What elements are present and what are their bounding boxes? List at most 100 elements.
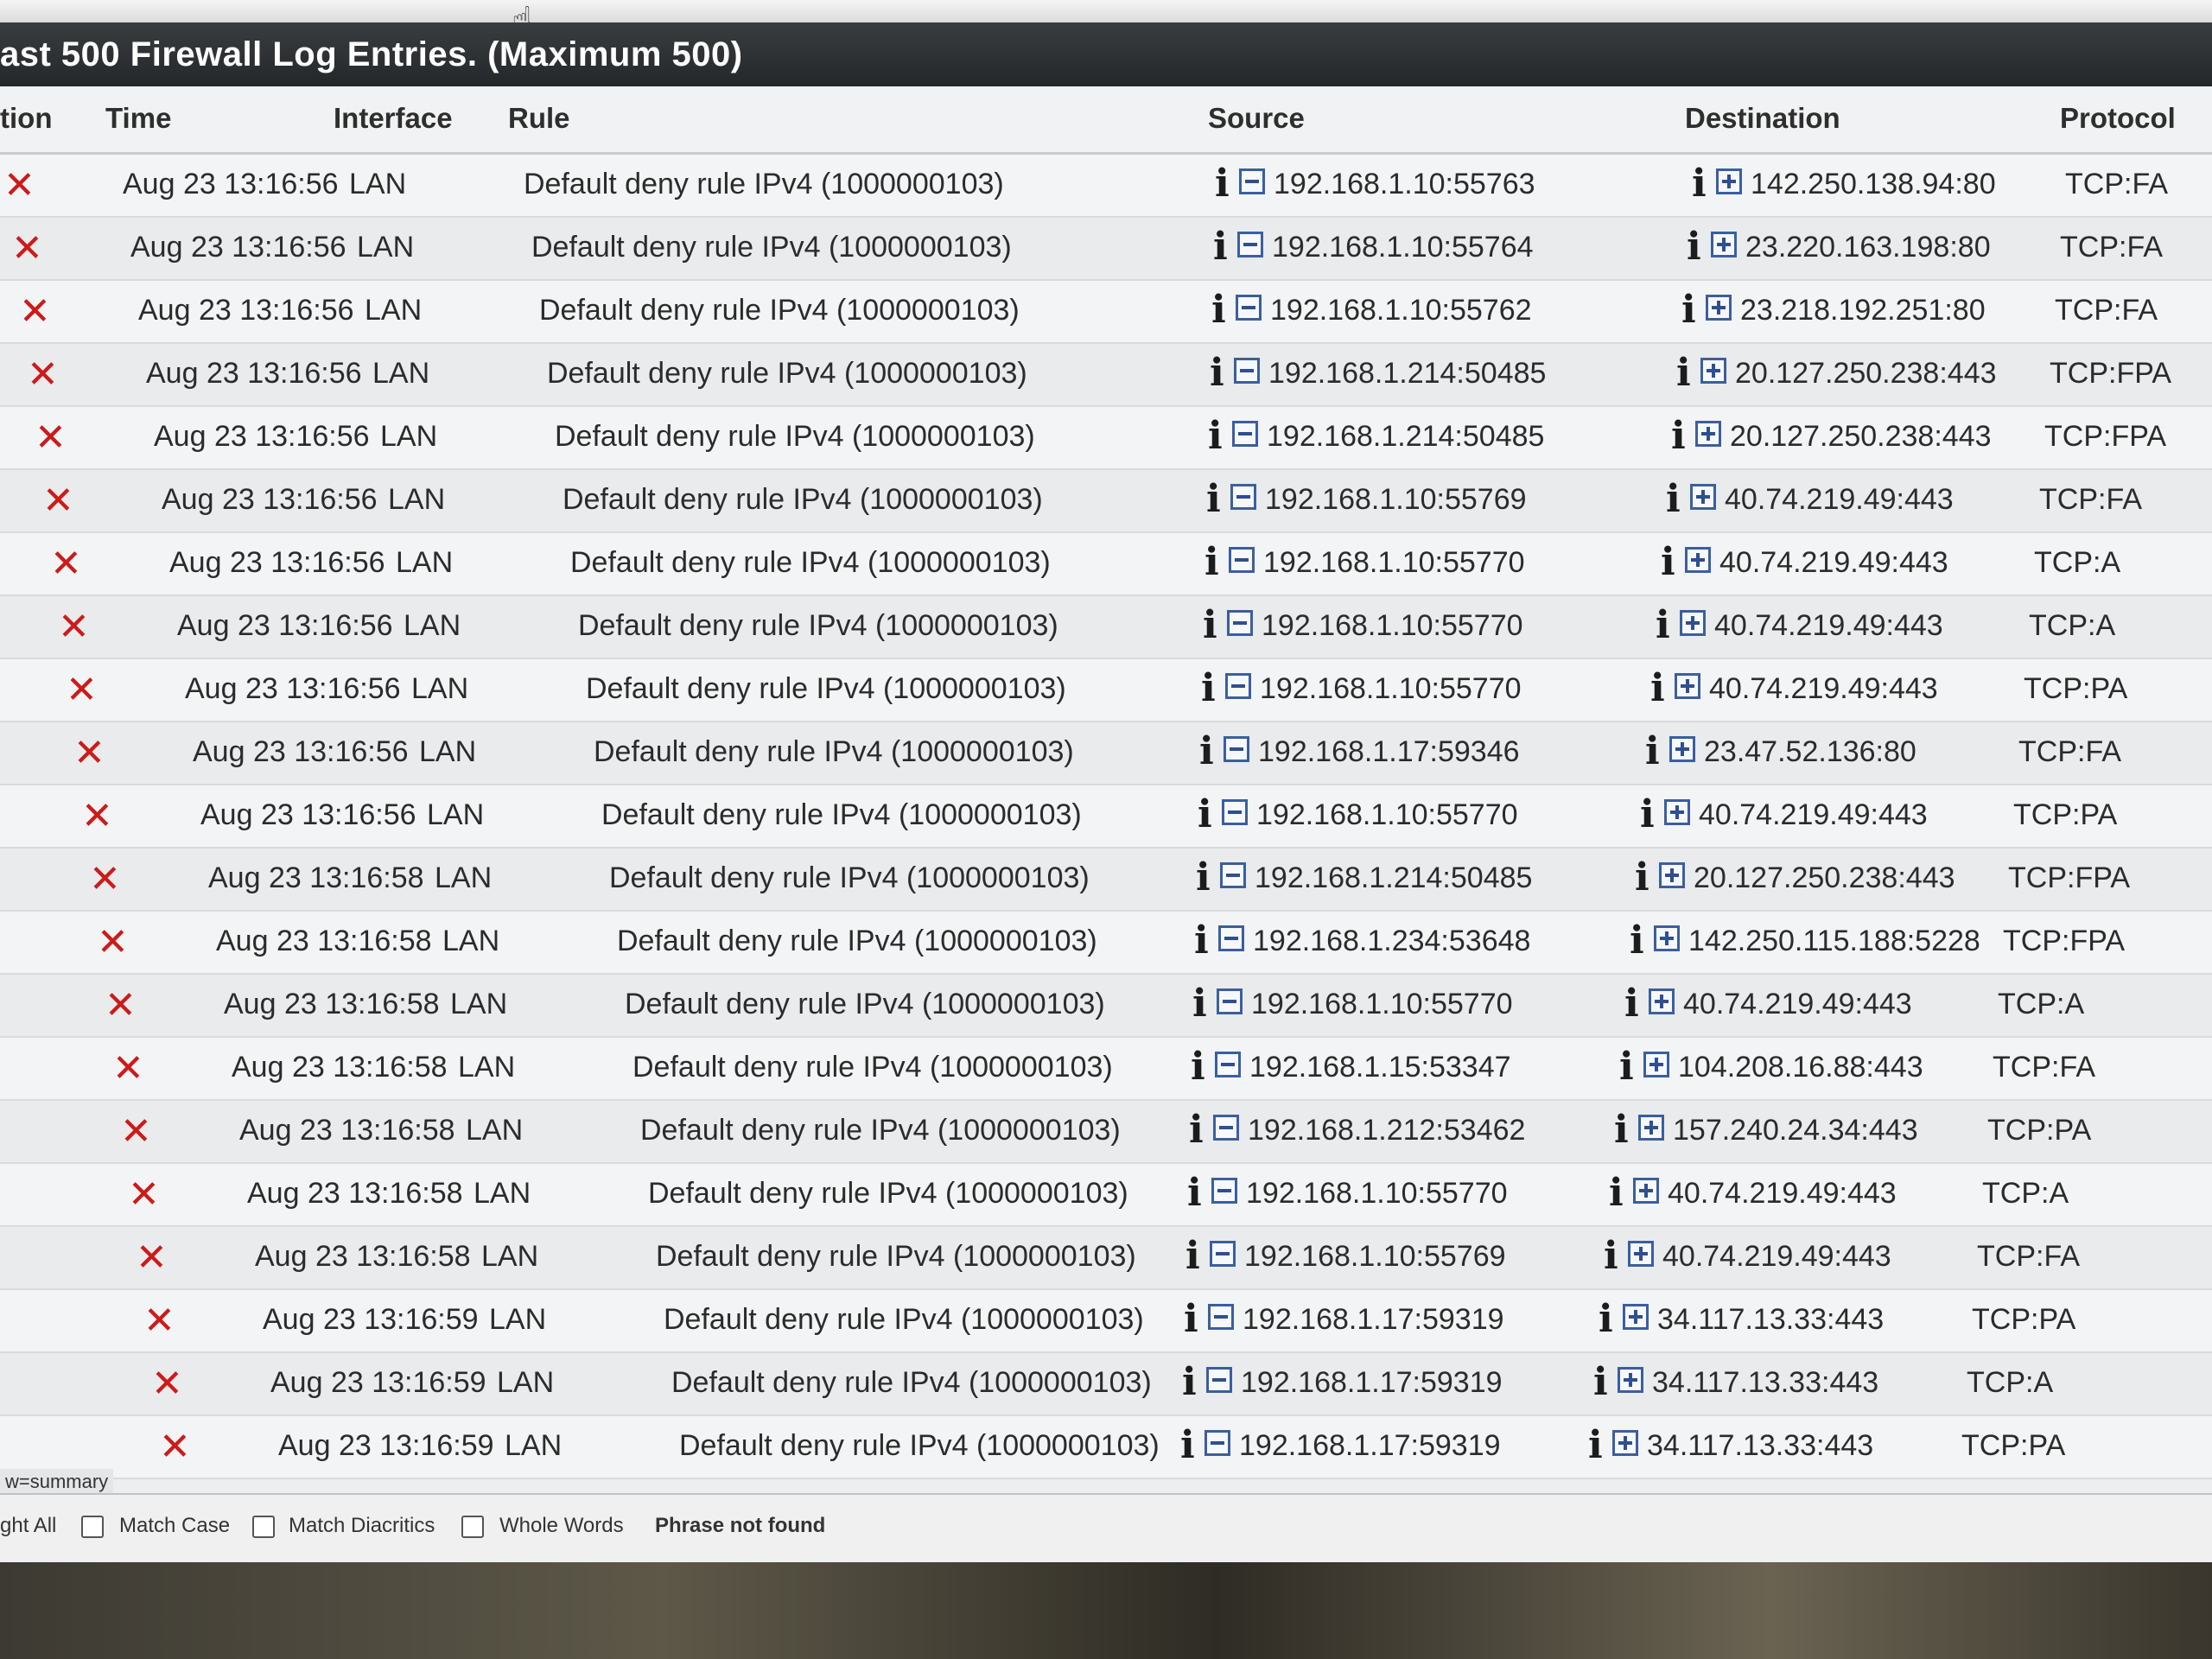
collapse-minus-icon[interactable]: [1229, 547, 1255, 573]
collapse-minus-icon[interactable]: [1227, 610, 1253, 636]
collapse-minus-icon[interactable]: [1217, 988, 1243, 1014]
info-icon[interactable]: i: [1194, 918, 1209, 963]
log-destination[interactable]: 40.74.219.49:443: [1668, 1177, 1897, 1211]
log-destination[interactable]: 40.74.219.49:443: [1709, 672, 1938, 706]
info-icon[interactable]: i: [1210, 351, 1224, 395]
info-icon[interactable]: i: [1619, 1045, 1634, 1089]
info-icon[interactable]: i: [1206, 477, 1221, 521]
info-icon[interactable]: i: [1180, 1423, 1195, 1467]
log-destination[interactable]: 34.117.13.33:443: [1657, 1303, 1884, 1337]
table-row[interactable]: ✕ Aug 23 13:16:56 LAN Default deny rule IPv…: [0, 407, 2212, 470]
info-icon[interactable]: i: [1666, 477, 1681, 521]
expand-plus-icon[interactable]: [1623, 1304, 1649, 1330]
collapse-minus-icon[interactable]: [1230, 484, 1256, 510]
info-icon[interactable]: i: [1588, 1423, 1603, 1467]
table-row[interactable]: ✕ Aug 23 13:16:56 LAN Default deny rule IPv…: [0, 596, 2212, 659]
expand-plus-icon[interactable]: [1711, 232, 1737, 257]
table-row[interactable]: ✕ Aug 23 13:16:58 LAN Default deny rule IPv…: [0, 1038, 2212, 1101]
table-row[interactable]: ✕ Aug 23 13:16:59 LAN Default deny rule IPv…: [0, 1353, 2212, 1416]
expand-plus-icon[interactable]: [1690, 484, 1716, 510]
info-icon[interactable]: i: [1201, 666, 1216, 710]
expand-plus-icon[interactable]: [1669, 736, 1695, 762]
collapse-minus-icon[interactable]: [1236, 295, 1262, 321]
table-row[interactable]: ✕ Aug 23 13:16:56 LAN Default deny rule IPv…: [0, 722, 2212, 785]
block-x-icon[interactable]: ✕: [112, 1046, 144, 1090]
log-source[interactable]: 192.168.1.10:55769: [1244, 1240, 1506, 1274]
log-source[interactable]: 192.168.1.17:59319: [1243, 1303, 1504, 1337]
log-rule[interactable]: Default deny rule IPv4 (1000000103): [563, 483, 1043, 517]
collapse-minus-icon[interactable]: [1222, 799, 1248, 825]
col-protocol-header[interactable]: Protocol: [2060, 102, 2176, 135]
table-row[interactable]: ✕ Aug 23 13:16:58 LAN Default deny rule IPv…: [0, 849, 2212, 912]
log-destination[interactable]: 20.127.250.238:443: [1694, 861, 1955, 895]
log-rule[interactable]: Default deny rule IPv4 (1000000103): [671, 1366, 1152, 1400]
collapse-minus-icon[interactable]: [1215, 1052, 1241, 1077]
match-diacritics-label[interactable]: Match Diacritics: [289, 1514, 435, 1538]
log-destination[interactable]: 23.218.192.251:80: [1740, 294, 1986, 327]
log-destination[interactable]: 142.250.115.188:5228: [1688, 925, 1980, 958]
info-icon[interactable]: i: [1196, 855, 1211, 899]
expand-plus-icon[interactable]: [1680, 610, 1706, 636]
expand-plus-icon[interactable]: [1643, 1052, 1669, 1077]
info-icon[interactable]: i: [1192, 982, 1207, 1026]
info-icon[interactable]: i: [1191, 1045, 1205, 1089]
log-source[interactable]: 192.168.1.10:55764: [1272, 231, 1534, 264]
expand-plus-icon[interactable]: [1716, 168, 1742, 194]
info-icon[interactable]: i: [1208, 414, 1223, 458]
table-row[interactable]: ✕ Aug 23 13:16:58 LAN Default deny rule IPv…: [0, 1227, 2212, 1290]
expand-plus-icon[interactable]: [1659, 862, 1685, 888]
info-icon[interactable]: i: [1184, 1297, 1198, 1341]
block-x-icon[interactable]: ✕: [50, 542, 82, 586]
block-x-icon[interactable]: ✕: [120, 1109, 152, 1154]
info-icon[interactable]: i: [1630, 918, 1644, 963]
log-destination[interactable]: 104.208.16.88:443: [1678, 1051, 1923, 1084]
expand-plus-icon[interactable]: [1695, 421, 1721, 447]
col-time-header[interactable]: Time: [105, 102, 171, 135]
log-rule[interactable]: Default deny rule IPv4 (1000000103): [648, 1177, 1128, 1211]
log-rule[interactable]: Default deny rule IPv4 (1000000103): [625, 988, 1105, 1021]
collapse-minus-icon[interactable]: [1213, 1115, 1239, 1141]
info-icon[interactable]: i: [1182, 1360, 1197, 1404]
log-destination[interactable]: 40.74.219.49:443: [1699, 798, 1928, 832]
log-rule[interactable]: Default deny rule IPv4 (1000000103): [656, 1240, 1136, 1274]
block-x-icon[interactable]: ✕: [11, 226, 43, 270]
table-row[interactable]: ✕ Aug 23 13:16:58 LAN Default deny rule IPv…: [0, 975, 2212, 1038]
log-destination[interactable]: 40.74.219.49:443: [1719, 546, 1948, 580]
collapse-minus-icon[interactable]: [1224, 736, 1249, 762]
col-action-header[interactable]: tion: [0, 102, 52, 135]
block-x-icon[interactable]: ✕: [128, 1173, 160, 1217]
log-destination[interactable]: 23.220.163.198:80: [1745, 231, 1991, 264]
log-source[interactable]: 192.168.1.17:59319: [1241, 1366, 1503, 1400]
log-destination[interactable]: 20.127.250.238:443: [1730, 420, 1992, 454]
table-row[interactable]: ✕ Aug 23 13:16:58 LAN Default deny rule IPv…: [0, 1101, 2212, 1164]
block-x-icon[interactable]: ✕: [58, 605, 90, 649]
log-source[interactable]: 192.168.1.15:53347: [1249, 1051, 1511, 1084]
log-source[interactable]: 192.168.1.10:55770: [1262, 609, 1523, 643]
log-destination[interactable]: 40.74.219.49:443: [1662, 1240, 1891, 1274]
log-rule[interactable]: Default deny rule IPv4 (1000000103): [601, 798, 1082, 832]
log-source[interactable]: 192.168.1.10:55762: [1270, 294, 1532, 327]
expand-plus-icon[interactable]: [1706, 295, 1732, 321]
info-icon[interactable]: i: [1671, 414, 1686, 458]
log-rule[interactable]: Default deny rule IPv4 (1000000103): [547, 357, 1027, 391]
expand-plus-icon[interactable]: [1612, 1430, 1638, 1456]
block-x-icon[interactable]: ✕: [136, 1236, 168, 1280]
col-source-header[interactable]: Source: [1208, 102, 1305, 135]
info-icon[interactable]: i: [1593, 1360, 1608, 1404]
info-icon[interactable]: i: [1199, 729, 1214, 773]
info-icon[interactable]: i: [1645, 729, 1660, 773]
collapse-minus-icon[interactable]: [1206, 1367, 1232, 1393]
log-rule[interactable]: Default deny rule IPv4 (1000000103): [640, 1114, 1121, 1147]
info-icon[interactable]: i: [1692, 162, 1707, 206]
log-destination[interactable]: 142.250.138.94:80: [1751, 168, 1996, 201]
info-icon[interactable]: i: [1681, 288, 1696, 332]
log-source[interactable]: 192.168.1.212:53462: [1248, 1114, 1525, 1147]
collapse-minus-icon[interactable]: [1220, 862, 1246, 888]
whole-words-label[interactable]: Whole Words: [499, 1514, 624, 1538]
log-source[interactable]: 192.168.1.10:55770: [1251, 988, 1513, 1021]
info-icon[interactable]: i: [1599, 1297, 1613, 1341]
match-case-checkbox[interactable]: [81, 1516, 104, 1538]
info-icon[interactable]: i: [1687, 225, 1701, 269]
expand-plus-icon[interactable]: [1664, 799, 1690, 825]
info-icon[interactable]: i: [1187, 1171, 1202, 1215]
